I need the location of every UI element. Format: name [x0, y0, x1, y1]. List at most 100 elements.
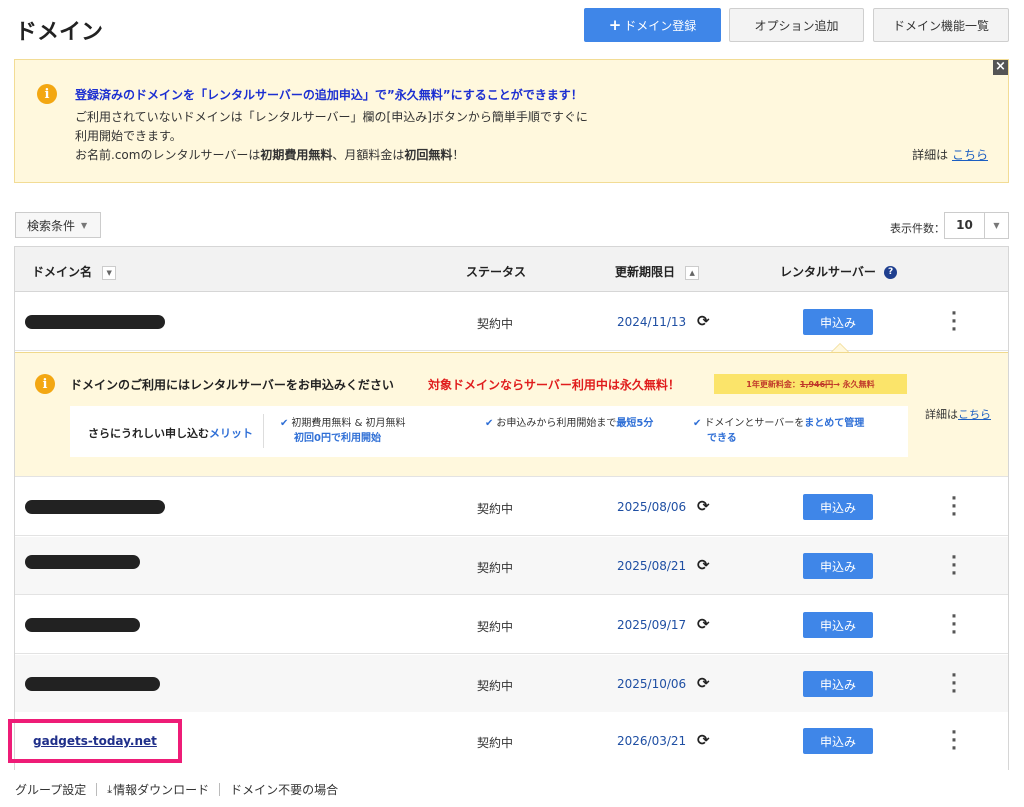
check-icon: ✔: [280, 418, 289, 429]
promo-details-link[interactable]: こちら: [958, 408, 991, 421]
kebab-menu-icon[interactable]: · · ·: [950, 725, 958, 758]
merit-text: お申込みから利用開始まで: [496, 418, 617, 429]
header-domain: ドメイン名 ▼: [32, 263, 117, 280]
expiry-date: 2025/09/17: [617, 618, 687, 632]
header-server-label: レンタルサーバー: [780, 265, 876, 279]
notice-text: お名前.comのレンタルサーバーは: [75, 148, 261, 162]
divider: [219, 783, 221, 796]
table-row: 契約中 2025/09/17 ⟳ 申込み · · ·: [15, 596, 1008, 654]
refresh-icon[interactable]: ⟳: [697, 312, 710, 330]
apply-button[interactable]: 申込み: [803, 671, 873, 697]
refresh-icon[interactable]: ⟳: [697, 731, 710, 749]
info-download-link[interactable]: 情報ダウンロード: [113, 781, 209, 798]
kebab-menu-icon[interactable]: · · ·: [950, 550, 958, 583]
status-text: 契約中: [477, 620, 514, 634]
check-icon: ✔: [485, 418, 494, 429]
fee-old: 1,946円: [799, 379, 834, 389]
details-label: 詳細は: [912, 148, 949, 162]
promo-free-text: 対象ドメインならサーバー利用中は永久無料！: [428, 378, 680, 392]
status-text: 契約中: [477, 502, 514, 516]
apply-button[interactable]: 申込み: [803, 494, 873, 520]
redacted-domain: [25, 618, 140, 632]
status-text: 契約中: [477, 736, 514, 750]
divider: [96, 783, 98, 796]
header-server: レンタルサーバー ?: [780, 263, 898, 280]
status-text: 契約中: [477, 679, 514, 693]
kebab-menu-icon[interactable]: · · ·: [950, 668, 958, 701]
merit-highlight: できる: [707, 433, 737, 444]
expiry-date: 2025/08/21: [617, 559, 687, 573]
merit-box: さらにうれしい申し込むメリット ✔ 初期費用無料 & 初月無料 初回0円で利用開始…: [70, 406, 908, 457]
notice-line-1: ご利用されていないドメインは「レンタルサーバー」欄の[申込み]ボタンから簡単手順…: [75, 110, 588, 124]
refresh-icon[interactable]: ⟳: [697, 556, 710, 574]
page-title: ドメイン: [15, 20, 104, 45]
status-text: 契約中: [477, 561, 514, 575]
table-row: 契約中 2025/10/06 ⟳ 申込み · · ·: [15, 655, 1008, 713]
domain-table: ドメイン名 ▼ ステータス 更新期限日 ▲ レンタルサーバー ? 契約中 202…: [14, 246, 1009, 770]
merit-title-highlight: メリット: [209, 427, 253, 440]
notice-details-link[interactable]: こちら: [952, 148, 988, 162]
merit-highlight: 最短5分: [616, 418, 654, 429]
domain-page: ドメイン + ドメイン登録 オプション追加 ドメイン機能一覧 i 登録済みのドメ…: [0, 0, 1024, 807]
merit-1: ✔ 初期費用無料 & 初月無料 初回0円で利用開始: [280, 416, 406, 446]
divider: [263, 414, 264, 448]
add-option-button[interactable]: オプション追加: [729, 8, 864, 42]
footer-links: グループ設定 ⤓ 情報ダウンロード ドメイン不要の場合: [15, 781, 338, 798]
redacted-domain: [25, 555, 140, 569]
chevron-down-icon: ▼: [81, 220, 88, 230]
apply-button[interactable]: 申込み: [803, 309, 873, 335]
refresh-icon[interactable]: ⟳: [697, 674, 710, 692]
notice-text: 、月額料金は: [332, 148, 405, 162]
refresh-icon[interactable]: ⟳: [697, 615, 710, 633]
merit-2: ✔ お申込みから利用開始まで最短5分: [485, 416, 653, 431]
apply-button[interactable]: 申込み: [803, 728, 873, 754]
kebab-menu-icon[interactable]: · · ·: [950, 609, 958, 642]
promo-pointer-fill: [832, 344, 848, 352]
notice-bold: 初回無料: [404, 148, 453, 162]
close-icon[interactable]: ×: [993, 60, 1008, 75]
merit-title-text: さらにうれしい申し込む: [88, 427, 209, 440]
notice-title: 登録済みのドメインを「レンタルサーバーの追加申込」で”永久無料”にすることができ…: [75, 88, 583, 102]
refresh-icon[interactable]: ⟳: [697, 497, 710, 515]
expiry-date: 2025/08/06: [617, 500, 687, 514]
chevron-down-icon: ▼: [993, 221, 1000, 230]
download-icon: ⤓: [107, 782, 113, 796]
fee-badge: 1年更新料金： 1,946円 → 永久無料: [714, 374, 907, 394]
expiry-date: 2024/11/13: [617, 315, 687, 329]
apply-button[interactable]: 申込み: [803, 553, 873, 579]
per-page-value: 10: [945, 213, 985, 238]
merit-title: さらにうれしい申し込むメリット: [88, 425, 253, 441]
promo-title: ドメインのご利用にはレンタルサーバーをお申込みください: [70, 378, 394, 392]
notice-banner: i 登録済みのドメインを「レンタルサーバーの追加申込」で”永久無料”にすることが…: [14, 59, 1009, 183]
notice-text: ！: [452, 148, 465, 162]
notice-line-2: 利用開始できます。: [75, 129, 182, 143]
promo-details: 詳細はこちら: [925, 406, 991, 422]
domain-unneeded-link[interactable]: ドメイン不要の場合: [230, 781, 338, 798]
status-text: 契約中: [477, 317, 514, 331]
merit-3: ✔ ドメインとサーバーをまとめて管理 できる: [693, 416, 864, 446]
apply-button[interactable]: 申込み: [803, 612, 873, 638]
fee-suffix: → 永久無料: [833, 379, 875, 389]
per-page-select[interactable]: 10 ▼: [944, 212, 1009, 239]
header-domain-label: ドメイン名: [32, 265, 93, 279]
table-header: ドメイン名 ▼ ステータス 更新期限日 ▲ レンタルサーバー ?: [15, 247, 1008, 292]
notice-details: 詳細は こちら: [912, 146, 988, 163]
help-icon[interactable]: ?: [884, 266, 898, 279]
header-expiry-label: 更新期限日: [615, 265, 676, 279]
sort-asc-icon[interactable]: ▲: [685, 265, 700, 280]
server-promo-panel: i ドメインのご利用にはレンタルサーバーをお申込みください 対象ドメインならサー…: [15, 352, 1008, 477]
kebab-menu-icon[interactable]: · · ·: [950, 491, 958, 524]
register-domain-label: ドメイン登録: [624, 18, 697, 33]
notice-line-3: お名前.comのレンタルサーバーは初期費用無料、月額料金は初回無料！: [75, 146, 464, 163]
fee-prefix: 1年更新料金：: [746, 379, 800, 389]
search-conditions-dropdown[interactable]: 検索条件 ▼: [15, 212, 101, 238]
kebab-menu-icon[interactable]: · · ·: [950, 306, 958, 339]
register-domain-button[interactable]: + ドメイン登録: [584, 8, 721, 42]
sort-dropdown-icon[interactable]: ▼: [102, 265, 117, 280]
merit-highlight: まとめて管理: [804, 418, 865, 429]
merit-text: 初期費用無料 & 初月無料: [291, 418, 406, 429]
group-settings-link[interactable]: グループ設定: [15, 781, 86, 798]
table-row: 契約中 2025/08/06 ⟳ 申込み · · ·: [15, 478, 1008, 536]
table-row: 契約中 2025/08/21 ⟳ 申込み · · ·: [15, 537, 1008, 595]
domain-features-button[interactable]: ドメイン機能一覧: [873, 8, 1009, 42]
